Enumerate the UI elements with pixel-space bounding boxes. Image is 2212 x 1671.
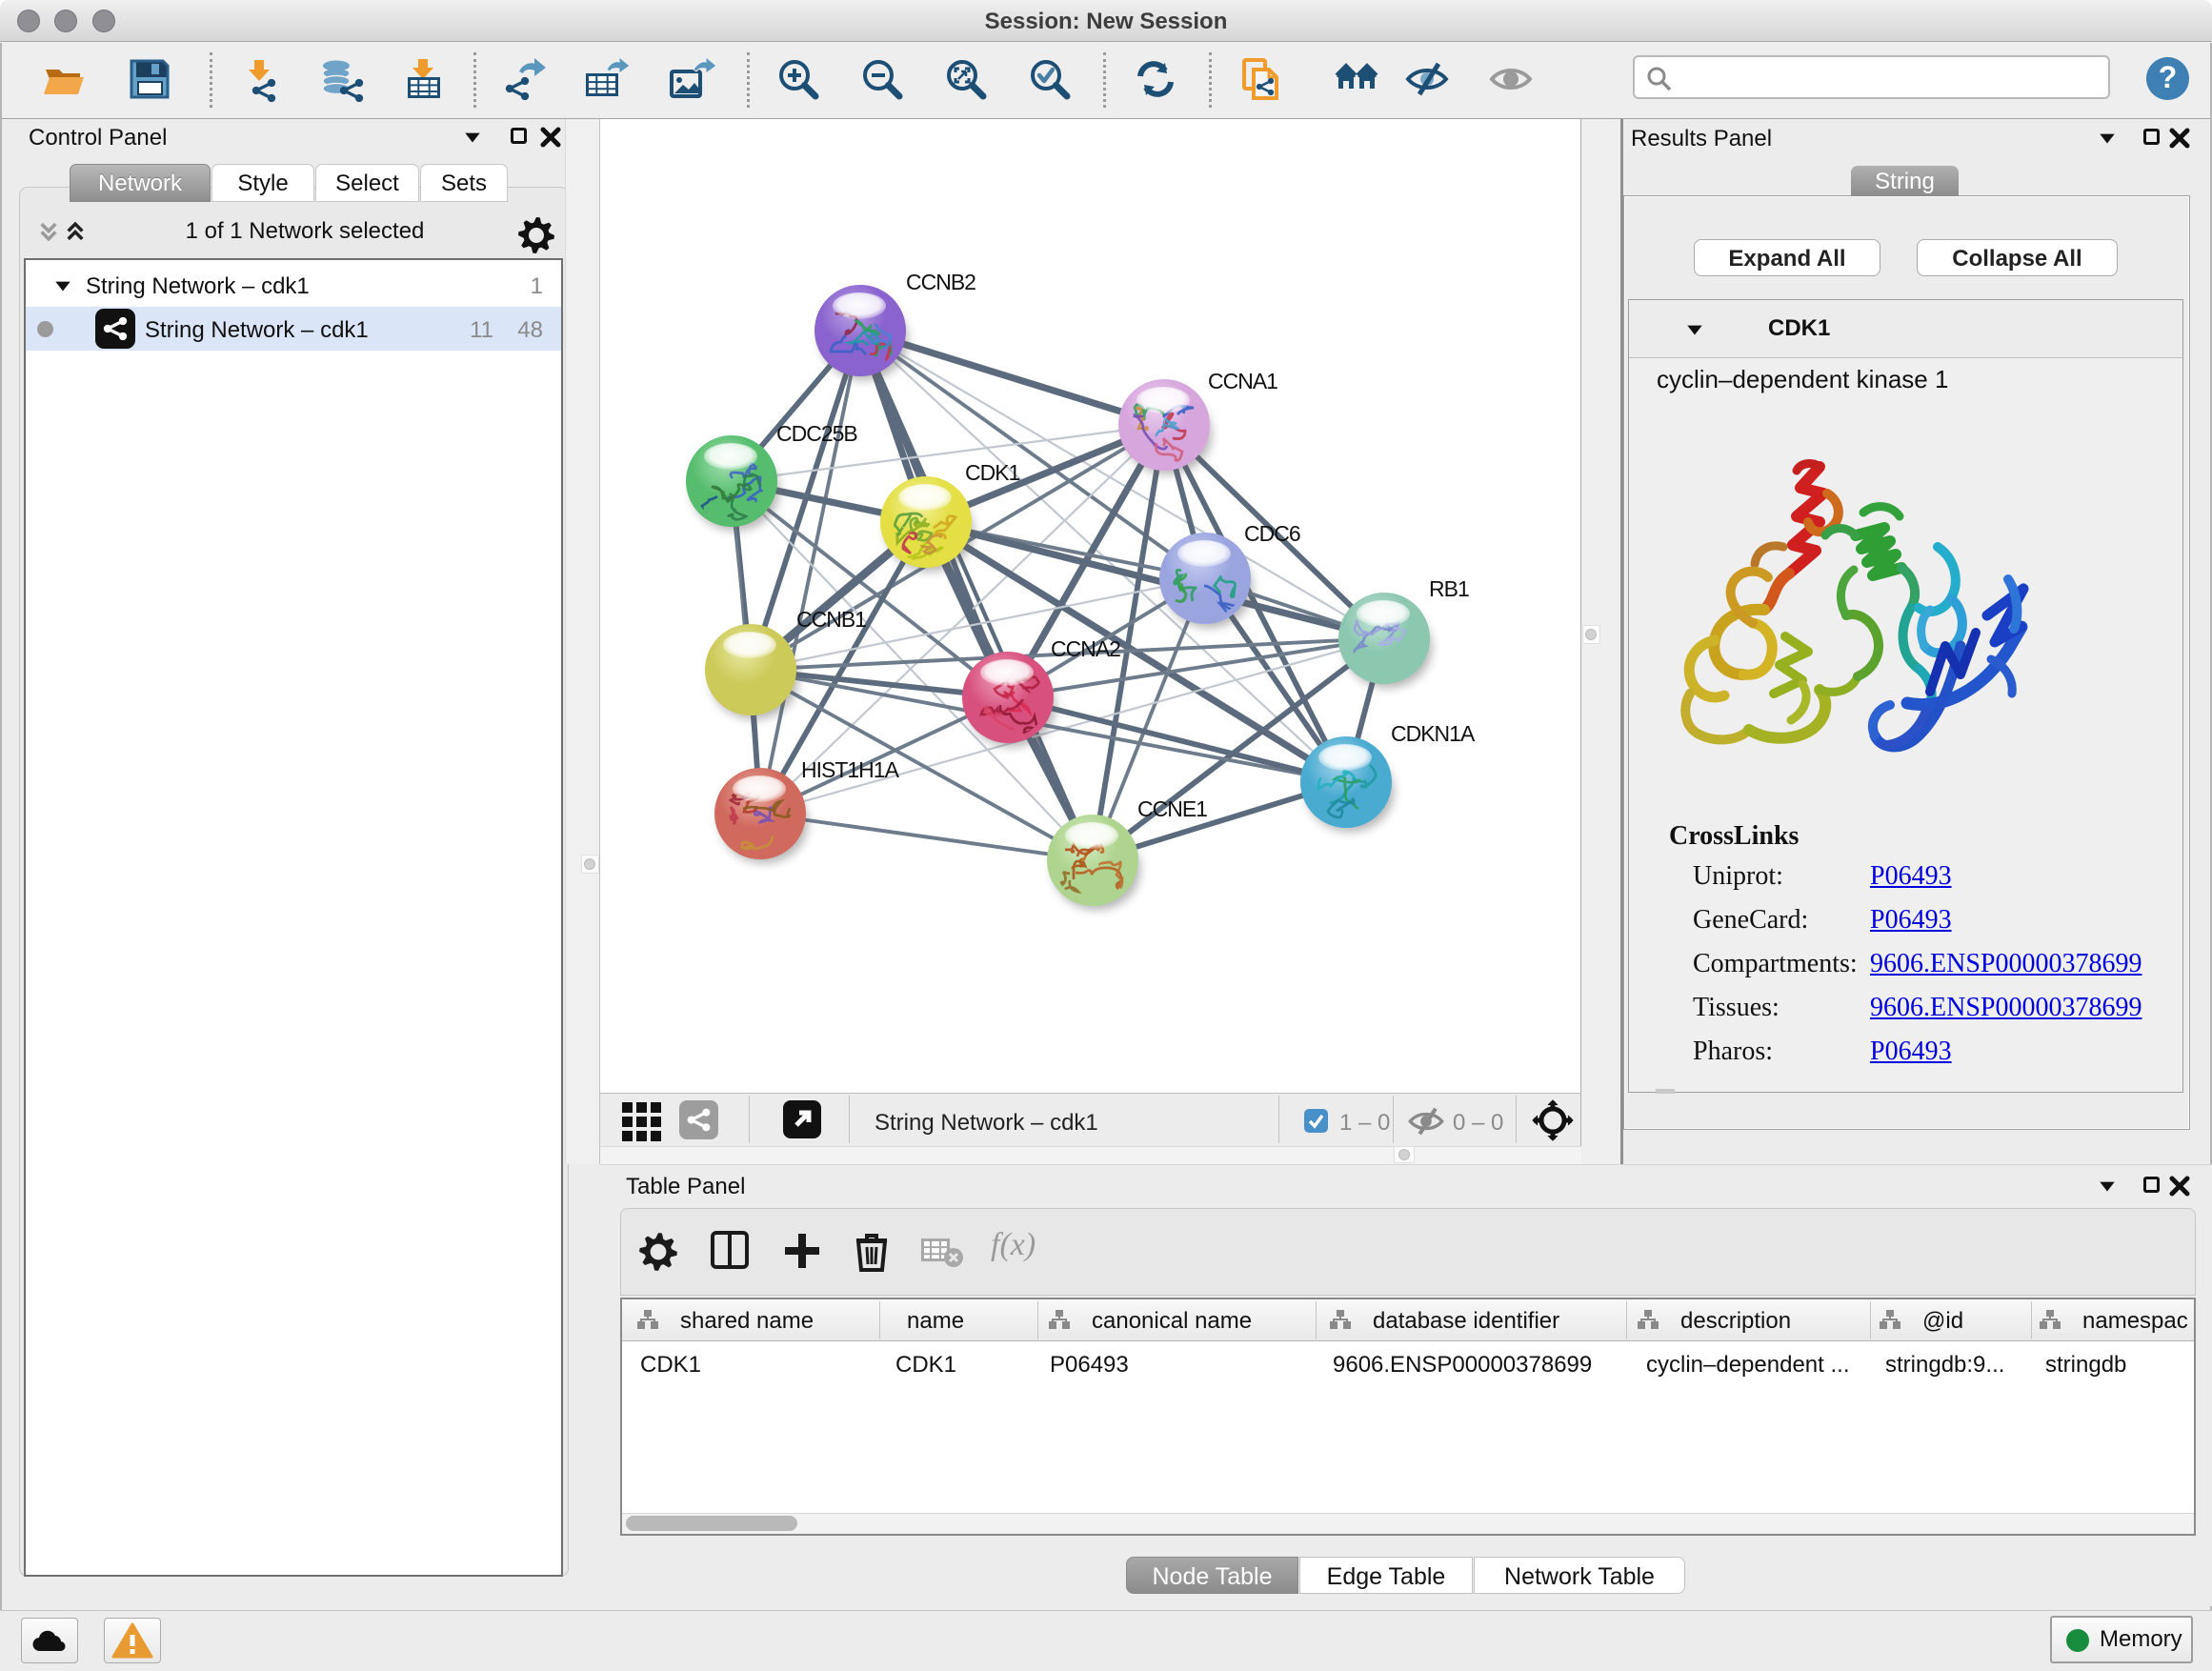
svg-text:CDK1: CDK1: [965, 460, 1020, 485]
svg-text:CDC25B: CDC25B: [776, 421, 857, 446]
svg-text:CDKN1A: CDKN1A: [1391, 721, 1476, 746]
svg-text:CCNA2: CCNA2: [1051, 636, 1120, 661]
svg-text:RB1: RB1: [1429, 576, 1469, 601]
svg-text:CCNA1: CCNA1: [1208, 369, 1277, 393]
svg-text:CDC6: CDC6: [1244, 521, 1300, 546]
svg-text:CCNB2: CCNB2: [906, 270, 975, 294]
svg-text:HIST1H1A: HIST1H1A: [801, 757, 900, 782]
svg-text:CCNB1: CCNB1: [796, 607, 866, 632]
svg-text:CCNE1: CCNE1: [1137, 796, 1207, 821]
